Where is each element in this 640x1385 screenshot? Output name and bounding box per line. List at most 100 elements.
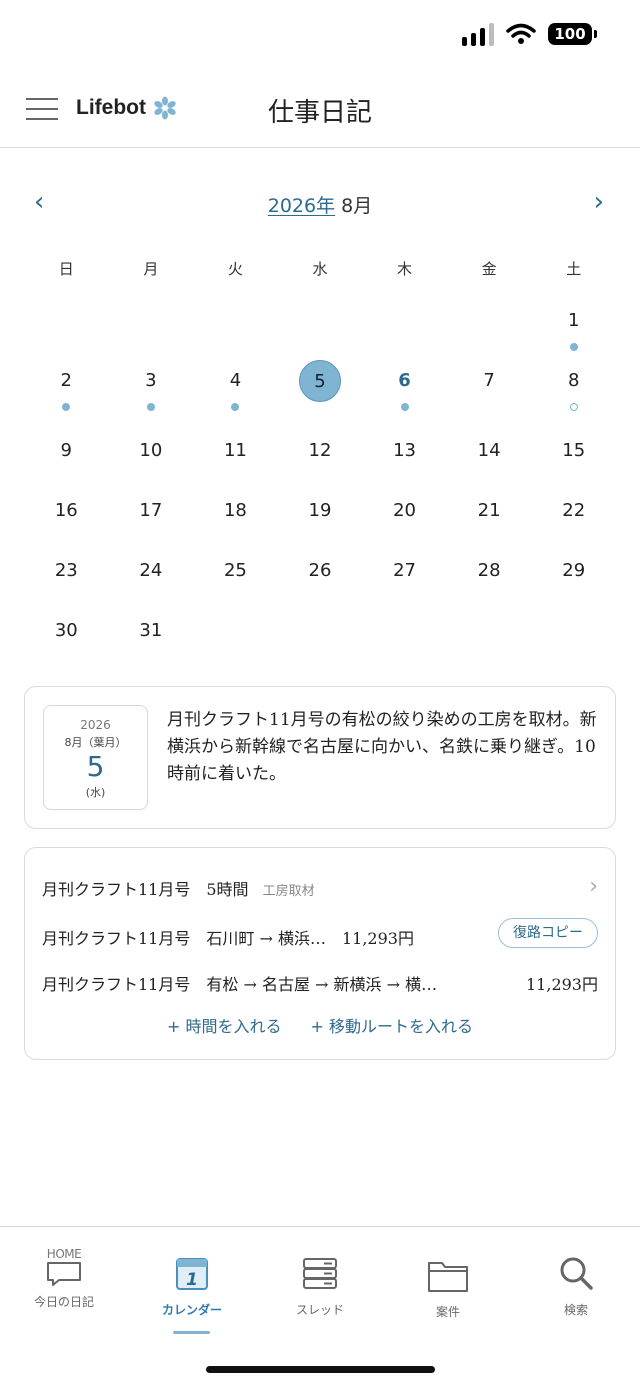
return-copy-button[interactable]: 復路コピー — [498, 918, 598, 948]
calendar-day[interactable]: 1 — [531, 300, 616, 360]
day-number: 4 — [229, 370, 242, 391]
day-number: 11 — [223, 440, 247, 461]
calendar-day[interactable]: 3 — [109, 360, 194, 430]
day-number: 15 — [562, 440, 586, 461]
calendar-day[interactable]: 29 — [531, 550, 616, 610]
tab-label: 案件 — [435, 1305, 460, 1319]
calendar-day[interactable]: 11 — [193, 430, 278, 490]
folder-icon — [428, 1262, 468, 1292]
tab-today-diary[interactable]: HOME 今日の日記 — [4, 1247, 124, 1310]
calendar-day[interactable]: 24 — [109, 550, 194, 610]
calendar-day[interactable]: 14 — [447, 430, 532, 490]
tab-bar: HOME 今日の日記 1 カレンダー スレッド 案件 検索 — [0, 1226, 640, 1385]
calendar-day[interactable]: 28 — [447, 550, 532, 610]
day-number: 30 — [54, 620, 78, 641]
weekday-header: 日 月 火 水 木 金 土 — [24, 258, 616, 279]
day-number: 23 — [54, 560, 78, 581]
diary-text: 月刊クラフト11月号の有松の絞り染めの工房を取材。新横浜から新幹線で名古屋に向か… — [167, 710, 597, 784]
diary-card[interactable]: 2026 8月（葉月） 5 (水) 月刊クラフト11月号の有松の絞り染めの工房を… — [24, 686, 616, 829]
calendar-day[interactable]: 19 — [278, 490, 363, 550]
calendar-day[interactable]: 12 — [278, 430, 363, 490]
calendar-day[interactable]: 17 — [109, 490, 194, 550]
date-year: 2026 — [80, 718, 111, 732]
weekday-label: 水 — [312, 260, 328, 278]
entry-dot — [62, 403, 71, 411]
status-icons: 100 — [462, 22, 597, 46]
entry-project: 月刊クラフト11月号 — [42, 880, 191, 899]
day-number: 18 — [223, 500, 247, 521]
calendar-day[interactable]: 22 — [531, 490, 616, 550]
calendar-day-today[interactable]: 6 — [362, 360, 447, 430]
status-bar: 100 — [0, 0, 640, 70]
calendar-day[interactable]: 25 — [193, 550, 278, 610]
tab-thread[interactable]: スレッド — [260, 1247, 380, 1318]
weekday-label: 月 — [143, 260, 159, 278]
date-month: 8月（葉月） — [64, 736, 127, 749]
add-route-link[interactable]: + 移動ルートを入れる — [311, 1017, 474, 1036]
entry-project: 月刊クラフト11月号 — [42, 929, 191, 948]
day-number: 9 — [60, 440, 72, 461]
entry-dot-hollow — [569, 403, 578, 411]
calendar-icon: 1 — [176, 1258, 208, 1290]
calendar-day[interactable]: 2 — [24, 360, 109, 430]
day-number: 22 — [562, 500, 586, 521]
calendar-day[interactable]: 4 — [193, 360, 278, 430]
calendar-day[interactable]: 31 — [109, 610, 194, 670]
calendar-day[interactable]: 10 — [109, 430, 194, 490]
day-number: 16 — [54, 500, 78, 521]
calendar-day[interactable]: 16 — [24, 490, 109, 550]
day-number: 21 — [477, 500, 501, 521]
day-number: 14 — [477, 440, 501, 461]
weekday-label: 土 — [566, 260, 582, 278]
entry-project: 月刊クラフト11月号 — [42, 975, 191, 994]
calendar-day[interactable]: 30 — [24, 610, 109, 670]
calendar-day[interactable]: 9 — [24, 430, 109, 490]
day-number: 13 — [393, 440, 417, 461]
calendar-day[interactable]: 26 — [278, 550, 363, 610]
tab-calendar[interactable]: 1 カレンダー — [132, 1247, 252, 1318]
calendar-day[interactable]: 21 — [447, 490, 532, 550]
month-text: 8月 — [341, 195, 373, 217]
day-number: 12 — [308, 440, 332, 461]
weekday-label: 木 — [397, 260, 413, 278]
entry-hours: 5時間 — [206, 880, 249, 899]
tab-projects[interactable]: 案件 — [388, 1247, 508, 1320]
month-label: 2026年 8月 — [0, 191, 640, 218]
app-header: Lifebot 仕事日記 — [0, 70, 640, 148]
add-time-link[interactable]: + 時間を入れる — [167, 1017, 282, 1036]
calendar-day[interactable]: 7 — [447, 360, 532, 430]
calendar-day-selected[interactable]: 5 — [278, 360, 363, 430]
entry-task: 工房取材 — [262, 884, 315, 899]
weekday-label: 日 — [58, 260, 74, 278]
day-number: 3 — [145, 370, 157, 391]
entry-dot — [569, 343, 578, 351]
calendar-day[interactable]: 18 — [193, 490, 278, 550]
day-number: 6 — [398, 370, 411, 391]
day-number: 29 — [562, 560, 586, 581]
day-number: 2 — [60, 370, 72, 391]
day-number: 20 — [393, 500, 417, 521]
day-number: 24 — [139, 560, 163, 581]
calendar-day[interactable]: 27 — [362, 550, 447, 610]
calendar-day[interactable]: 20 — [362, 490, 447, 550]
route-entry-row[interactable]: 月刊クラフト11月号 石川町 → 横浜… 11,293円 復路コピー — [42, 918, 598, 949]
calendar-day[interactable]: 13 — [362, 430, 447, 490]
route-entry-row[interactable]: 月刊クラフト11月号 有松 → 名古屋 → 新横浜 → 横… 11,293円 — [42, 971, 598, 995]
calendar-day[interactable]: 8 — [531, 360, 616, 430]
time-entry-row[interactable]: 月刊クラフト11月号 5時間 工房取材 › — [42, 874, 598, 900]
calendar-day[interactable]: 23 — [24, 550, 109, 610]
year-link[interactable]: 2026年 — [268, 195, 335, 217]
entries-card: 月刊クラフト11月号 5時間 工房取材 › 月刊クラフト11月号 石川町 → 横浜… 1… — [24, 847, 616, 1060]
calendar-grid: 1 2 3 4 5 6 7 8 9 10 11 12 13 14 15 16 1… — [24, 300, 616, 670]
tab-label: 今日の日記 — [33, 1295, 94, 1309]
day-number: 27 — [393, 560, 417, 581]
date-day: 5 — [86, 750, 105, 783]
month-navigation: ‹ 2026年 8月 › — [0, 185, 640, 225]
day-number: 8 — [567, 370, 580, 391]
tab-search[interactable]: 検索 — [516, 1247, 636, 1318]
day-number: 7 — [483, 370, 495, 391]
next-month-button[interactable]: › — [594, 187, 604, 217]
calendar-day[interactable]: 15 — [531, 430, 616, 490]
day-number: 19 — [308, 500, 332, 521]
entry-dot — [400, 403, 409, 411]
